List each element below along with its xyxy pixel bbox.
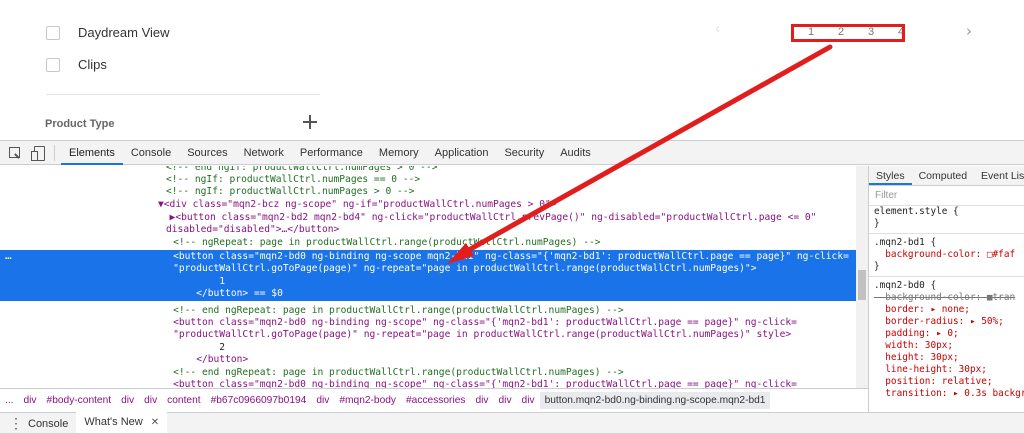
dom-line[interactable]: <!-- end ngRepeat: page in productWallCt… <box>150 305 624 317</box>
tab-console[interactable]: Console <box>123 141 179 165</box>
tab-sources[interactable]: Sources <box>179 141 235 165</box>
tab-network[interactable]: Network <box>236 141 292 165</box>
dom-line[interactable]: <!-- end ngRepeat: page in productWallCt… <box>150 367 624 379</box>
dom-line[interactable]: <!-- ngRepeat: page in productWallCtrl.r… <box>150 237 600 249</box>
elements-scrollbar[interactable] <box>856 166 868 388</box>
chevron-left-icon[interactable]: ‹ <box>715 22 720 37</box>
drawer-tab-whats-new[interactable]: What's New ✕ <box>76 411 168 433</box>
breadcrumb-item[interactable]: div <box>517 395 540 406</box>
close-icon[interactable]: ✕ <box>151 417 159 428</box>
filter-label: Clips <box>78 57 107 72</box>
dom-line[interactable]: <!-- ngIf: productWallCtrl.numPages > 0 … <box>166 186 414 198</box>
tab-audits[interactable]: Audits <box>552 141 599 165</box>
style-rule-line[interactable]: position: relative; <box>869 376 1024 388</box>
style-rule-line[interactable]: height: 30px; <box>869 352 1024 364</box>
elements-tree[interactable]: <!-- end ngIf: productWallCtrl.numPages … <box>0 166 856 388</box>
style-rule-line[interactable]: } <box>869 218 1024 230</box>
style-rule-line[interactable]: background-color: □#faf <box>869 249 1024 261</box>
devtools-tabbar: Elements Console Sources Network Perform… <box>0 141 1024 165</box>
styles-filter-input[interactable]: Filter <box>869 186 1024 206</box>
device-toolbar-icon[interactable] <box>30 144 48 162</box>
divider <box>46 94 320 95</box>
dom-line[interactable]: <button class="mqn2-bd0 ng-binding ng-sc… <box>150 317 797 329</box>
breadcrumb-item[interactable]: div <box>19 395 42 406</box>
styles-tabbar: Styles Computed Event Lis <box>869 166 1024 186</box>
filter-item-clips[interactable]: Clips <box>46 57 107 72</box>
breadcrumb-item[interactable]: div <box>311 395 334 406</box>
chevron-right-icon[interactable]: › <box>966 22 972 40</box>
style-rule-line[interactable]: line-height: 30px; <box>869 364 1024 376</box>
selected-line[interactable]: 1 <box>150 276 225 288</box>
dom-line[interactable]: <!-- end ngIf: productWallCtrl.numPages … <box>166 166 437 174</box>
selected-line[interactable]: </button> == $0 <box>150 288 283 300</box>
style-rule-line[interactable]: border-radius: ▸ 50%; <box>869 316 1024 328</box>
dom-line[interactable]: "productWallCtrl.goToPage(page)" ng-repe… <box>150 329 791 341</box>
kebab-menu-icon[interactable] <box>6 415 23 432</box>
breadcrumb-item[interactable]: content <box>162 395 205 406</box>
selected-node[interactable]: <button class="mqn2-bd0 ng-binding ng-sc… <box>0 250 856 301</box>
tab-styles[interactable]: Styles <box>869 166 912 185</box>
selected-line[interactable]: "productWallCtrl.goToPage(page)" ng-repe… <box>150 263 756 275</box>
divider <box>869 233 1024 234</box>
checkbox[interactable] <box>46 57 60 72</box>
drawer-tabbar: Console What's New ✕ <box>0 411 1024 433</box>
dom-line[interactable]: <!-- ngIf: productWallCtrl.numPages == 0… <box>166 174 420 186</box>
style-rule-line[interactable]: element.style { <box>869 206 1024 218</box>
plus-icon[interactable] <box>300 112 320 132</box>
breadcrumb-item[interactable]: div <box>116 395 139 406</box>
filter-label: Daydream View <box>78 25 170 40</box>
breadcrumb-item-selected[interactable]: button.mqn2-bd0.ng-binding.ng-scope.mqn2… <box>539 392 771 409</box>
tab-elements[interactable]: Elements <box>61 141 123 165</box>
divider <box>869 276 1024 277</box>
selected-line[interactable]: <button class="mqn2-bd0 ng-binding ng-sc… <box>150 251 849 263</box>
dom-line[interactable]: </button> <box>150 354 248 366</box>
breadcrumb-item[interactable]: div <box>494 395 517 406</box>
tab-memory[interactable]: Memory <box>371 141 427 165</box>
dom-line[interactable]: 2 <box>150 342 225 354</box>
style-rule-line[interactable]: } <box>869 261 1024 273</box>
tab-security[interactable]: Security <box>496 141 552 165</box>
scroll-thumb[interactable] <box>858 270 866 300</box>
style-rule-line[interactable]: padding: ▸ 0; <box>869 328 1024 340</box>
drawer-tab-label: What's New <box>84 416 143 428</box>
breadcrumb-item[interactable]: #b67c0966097b0194 <box>206 395 312 406</box>
style-rule-line[interactable]: border: ▸ none; <box>869 304 1024 316</box>
inspect-element-icon[interactable] <box>6 144 24 162</box>
node-menu-icon[interactable]: … <box>5 250 12 262</box>
dom-line[interactable]: <button class="mqn2-bd0 ng-binding ng-sc… <box>150 379 797 388</box>
style-rule-line[interactable]: background-color: ■tran <box>869 292 1024 304</box>
filter-item-daydream[interactable]: Daydream View <box>46 25 170 40</box>
breadcrumb-item[interactable]: #accessories <box>401 395 470 406</box>
dom-line[interactable]: ▼<div class="mqn2-bcz ng-scope" ng-if="p… <box>158 199 557 211</box>
styles-pane: Styles Computed Event Lis Filter element… <box>868 166 1024 412</box>
breadcrumb: ... div #body-content div div content #b… <box>0 388 868 412</box>
checkbox[interactable] <box>46 25 60 40</box>
breadcrumb-item[interactable]: #mqn2-body <box>334 395 401 406</box>
breadcrumb-item[interactable]: div <box>139 395 162 406</box>
tab-computed[interactable]: Computed <box>912 166 974 185</box>
divider <box>54 144 55 161</box>
dom-line[interactable]: ▶<button class="mqn2-bd2 mqn2-bd4" ng-cl… <box>158 212 817 224</box>
tab-event-listeners[interactable]: Event Lis <box>974 166 1024 185</box>
product-filter-page: Daydream View Clips Product Type ‹ 1 2 3… <box>0 0 1024 140</box>
section-title: Product Type <box>45 118 115 130</box>
annotation-highlight-box <box>791 24 905 42</box>
style-rule-line[interactable]: transition: ▸ 0.3s backgr <box>869 388 1024 400</box>
breadcrumb-item[interactable]: #body-content <box>42 395 117 406</box>
style-rule-line[interactable]: .mqn2-bd1 { <box>869 237 1024 249</box>
breadcrumb-item[interactable]: div <box>470 395 493 406</box>
devtools-panel: Elements Console Sources Network Perform… <box>0 140 1024 433</box>
drawer-tab-console[interactable]: Console <box>20 413 76 433</box>
style-rule-line[interactable]: .mqn2-bd0 { <box>869 280 1024 292</box>
tab-application[interactable]: Application <box>427 141 497 165</box>
style-rule-line[interactable]: width: 30px; <box>869 340 1024 352</box>
tab-performance[interactable]: Performance <box>292 141 371 165</box>
dom-line[interactable]: disabled="disabled">…</button> <box>166 224 339 236</box>
breadcrumb-item[interactable]: ... <box>0 395 19 406</box>
